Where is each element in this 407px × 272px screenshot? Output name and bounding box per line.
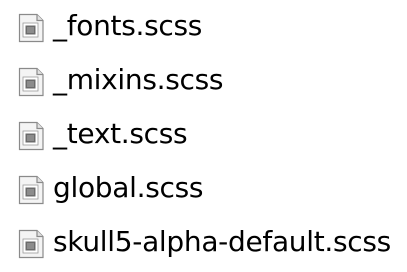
file-name: global.scss bbox=[53, 171, 204, 204]
document-icon bbox=[16, 13, 46, 43]
file-name: _text.scss bbox=[53, 117, 188, 150]
file-item[interactable]: _text.scss bbox=[8, 108, 407, 162]
document-icon bbox=[16, 229, 46, 259]
file-name: _mixins.scss bbox=[53, 63, 224, 96]
file-item[interactable]: _mixins.scss bbox=[8, 54, 407, 108]
document-icon bbox=[16, 175, 46, 205]
file-list: _fonts.scss _mixins.scss _text.scss glob… bbox=[8, 0, 407, 270]
file-name: skull5-alpha-default.scss bbox=[53, 225, 391, 258]
file-item[interactable]: global.scss bbox=[8, 162, 407, 216]
file-item[interactable]: _fonts.scss bbox=[8, 0, 407, 54]
file-item[interactable]: skull5-alpha-default.scss bbox=[8, 216, 407, 270]
document-icon bbox=[16, 67, 46, 97]
document-icon bbox=[16, 121, 46, 151]
file-name: _fonts.scss bbox=[53, 9, 203, 42]
